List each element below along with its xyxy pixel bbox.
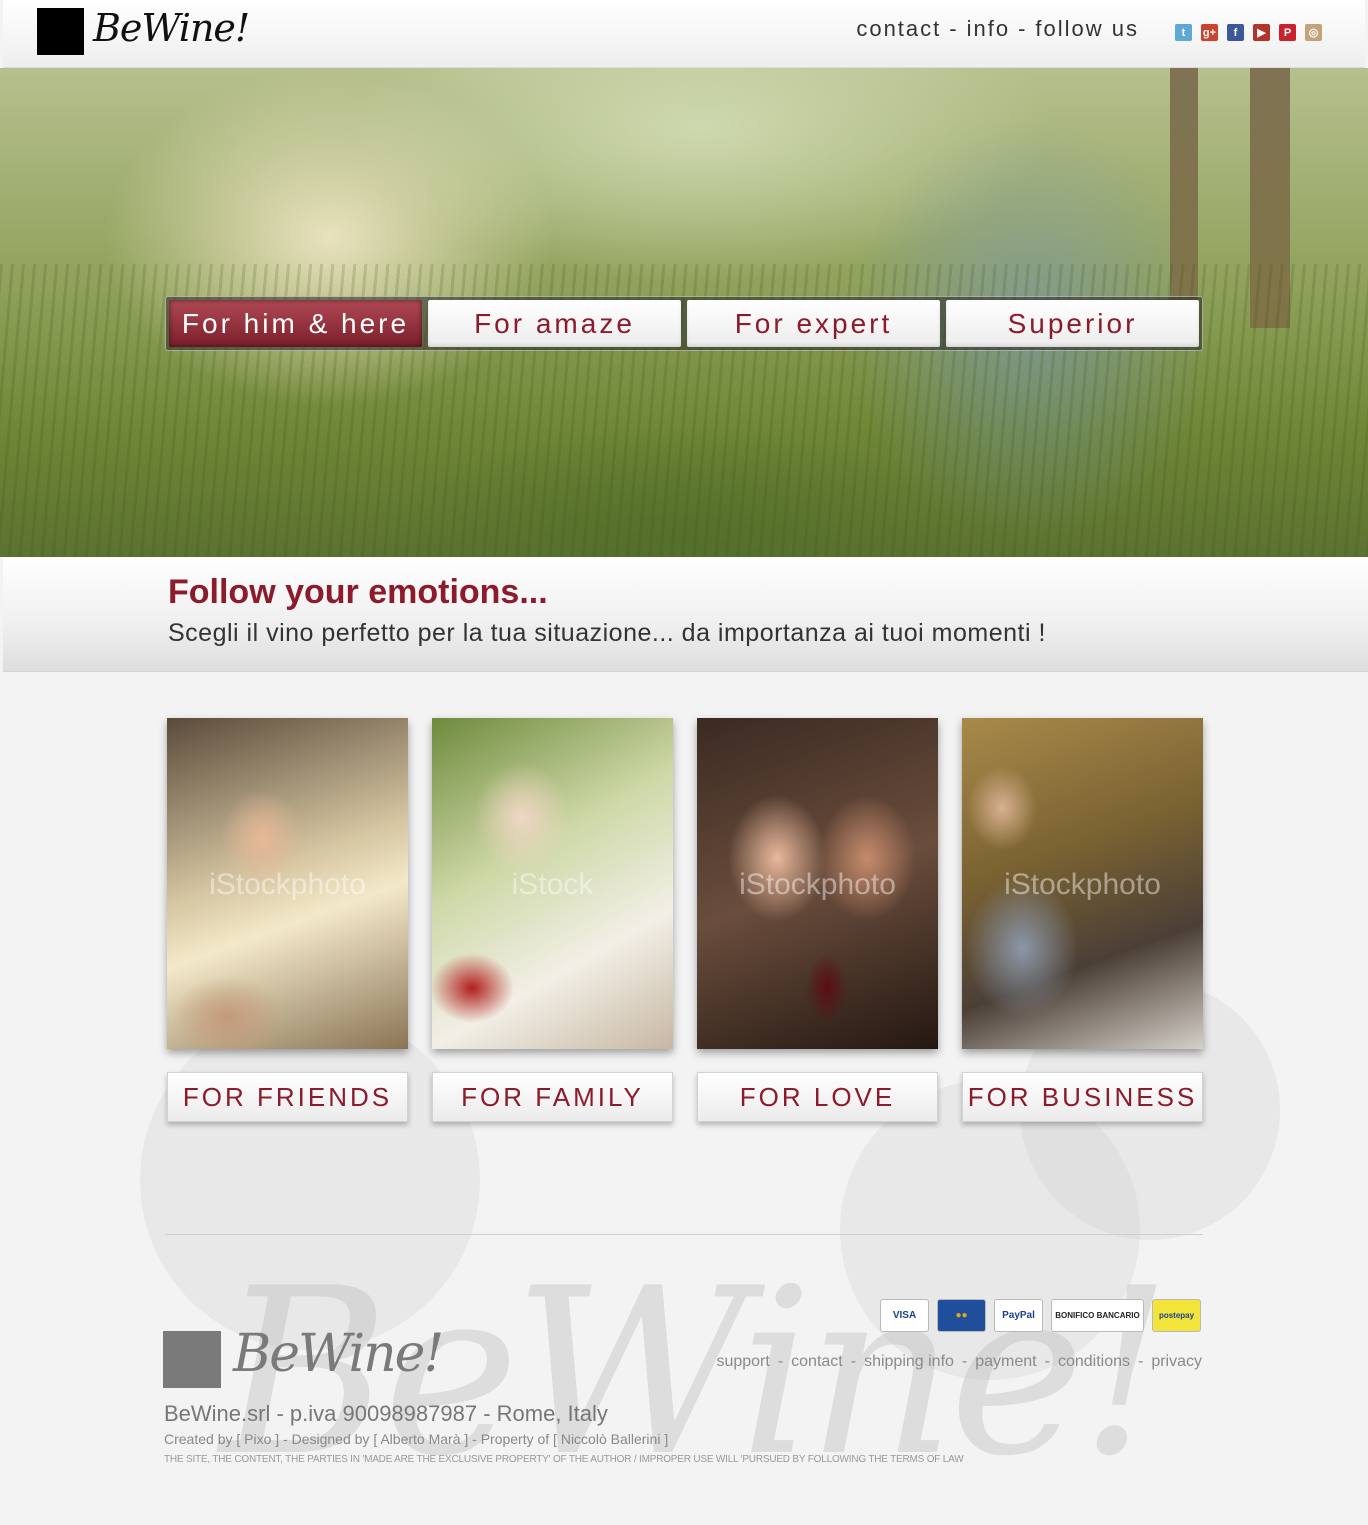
instagram-icon[interactable]: ◎ (1305, 24, 1322, 41)
tab-superior[interactable]: Superior (946, 300, 1199, 347)
tagline-subtitle: Scegli il vino perfetto per la tua situa… (168, 619, 1046, 647)
for-business-button[interactable]: FOR BUSINESS (962, 1072, 1203, 1122)
footer-link-contact[interactable]: contact (791, 1353, 843, 1370)
mastercard-icon: ●● (937, 1299, 986, 1332)
tagline-title: Follow your emotions... (168, 573, 548, 611)
footer-link-payment[interactable]: payment (975, 1353, 1036, 1370)
legal-notice: THE SITE, THE CONTENT, THE PARTIES IN 'M… (164, 1454, 964, 1465)
card-for-family: iStock FOR FAMILY (432, 718, 673, 1122)
footer-logo: BeWine! (233, 1324, 444, 1384)
tagline-banner: Follow your emotions... Scegli il vino p… (3, 557, 1368, 672)
card-photo-friends[interactable]: iStockphoto (167, 718, 408, 1049)
tab-for-expert[interactable]: For expert (687, 300, 940, 347)
social-icons: t g+ f ▶ P ◎ (1175, 24, 1322, 41)
card-photo-family[interactable]: iStock (432, 718, 673, 1049)
paypal-icon: PayPal (994, 1299, 1043, 1332)
photo-watermark: iStockphoto (1004, 868, 1161, 901)
category-tabs: For him & here For amaze For expert Supe… (165, 296, 1203, 351)
nav-info[interactable]: info (967, 16, 1010, 41)
top-navigation: contact - info - follow us (856, 16, 1139, 42)
footer-divider (165, 1234, 1203, 1235)
card-for-love: iStockphoto FOR LOVE (697, 718, 938, 1122)
footer-links: support - contact - shipping info - payment - co… (716, 1353, 1202, 1370)
tab-for-him-and-her[interactable]: For him & here (169, 300, 422, 347)
postepay-icon: postepay (1152, 1299, 1201, 1332)
card-for-friends: iStockphoto FOR FRIENDS (167, 718, 408, 1122)
photo-watermark: iStockphoto (739, 868, 896, 901)
youtube-icon[interactable]: ▶ (1253, 24, 1270, 41)
tab-for-amaze[interactable]: For amaze (428, 300, 681, 347)
credits: Created by [ Pixo ] - Designed by [ Albe… (164, 1431, 669, 1447)
google-plus-icon[interactable]: g+ (1201, 24, 1218, 41)
payment-methods: VISA ●● PayPal BONIFICO BANCARIO postepa… (880, 1299, 1201, 1332)
footer-link-support[interactable]: support (716, 1353, 769, 1370)
photo-watermark: iStock (511, 868, 594, 901)
bonifico-bancario-icon: BONIFICO BANCARIO (1051, 1299, 1144, 1332)
nav-separator: - (1018, 16, 1028, 41)
for-family-button[interactable]: FOR FAMILY (432, 1072, 673, 1122)
card-photo-love[interactable]: iStockphoto (697, 718, 938, 1049)
company-info: BeWine.srl - p.iva 90098987987 - Rome, I… (164, 1401, 608, 1426)
hero-banner: For him & here For amaze For expert Supe… (0, 68, 1368, 557)
visa-icon: VISA (880, 1299, 929, 1332)
for-friends-button[interactable]: FOR FRIENDS (167, 1072, 408, 1122)
logo-mark[interactable] (37, 8, 84, 55)
nav-follow-us[interactable]: follow us (1035, 16, 1139, 41)
nav-contact[interactable]: contact (856, 16, 941, 41)
card-photo-business[interactable]: iStockphoto (962, 718, 1203, 1049)
twitter-icon[interactable]: t (1175, 24, 1192, 41)
for-love-button[interactable]: FOR LOVE (697, 1072, 938, 1122)
footer-link-privacy[interactable]: privacy (1151, 1353, 1202, 1370)
footer-logo-mark (163, 1331, 221, 1388)
nav-separator: - (949, 16, 959, 41)
occasion-cards: iStockphoto FOR FRIENDS iStock FOR FAMIL… (167, 718, 1203, 1122)
footer-link-conditions[interactable]: conditions (1058, 1353, 1130, 1370)
card-for-business: iStockphoto FOR BUSINESS (962, 718, 1203, 1122)
photo-watermark: iStockphoto (209, 868, 366, 901)
footer-link-shipping-info[interactable]: shipping info (864, 1353, 954, 1370)
site-header: BeWine! contact - info - follow us t g+ f ▶ … (3, 0, 1365, 68)
pinterest-icon[interactable]: P (1279, 24, 1296, 41)
site-logo[interactable]: BeWine! (93, 6, 250, 50)
facebook-icon[interactable]: f (1227, 24, 1244, 41)
